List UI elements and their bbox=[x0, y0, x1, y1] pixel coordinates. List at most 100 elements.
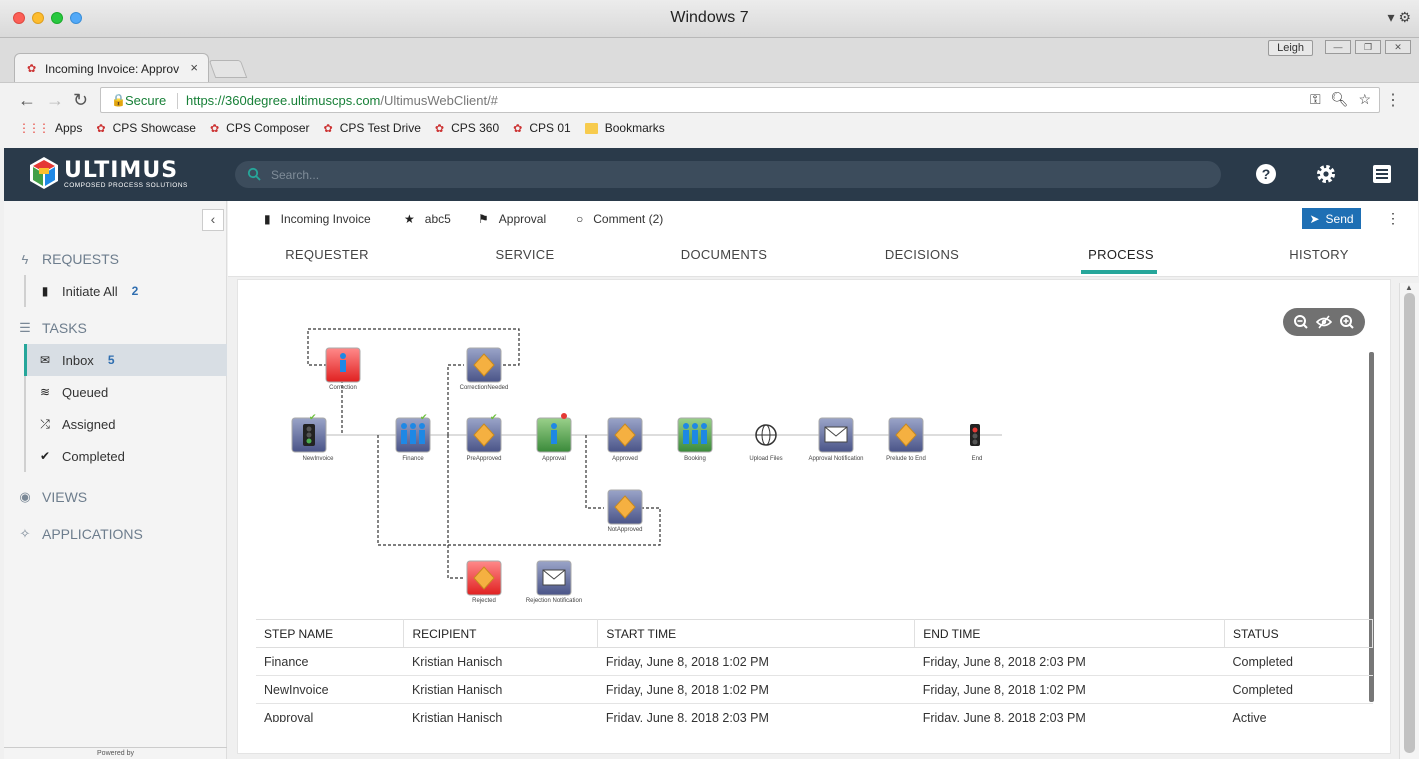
table-header-row: STEP NAME RECIPIENT START TIME END TIME … bbox=[256, 619, 1373, 648]
ultimus-favicon-icon: ✿ bbox=[209, 122, 220, 135]
cell-start-time: Friday, June 8, 2018 1:02 PM bbox=[597, 647, 915, 676]
forward-arrow-icon[interactable]: → bbox=[46, 90, 64, 111]
send-button[interactable]: ➤ Send bbox=[1302, 208, 1361, 229]
close-icon[interactable]: ✕ bbox=[1385, 40, 1411, 54]
bookmark-cps-01[interactable]: ✿ CPS 01 bbox=[513, 121, 571, 135]
global-search bbox=[235, 161, 1221, 188]
collapse-sidebar-chevron-icon[interactable]: ‹ bbox=[202, 209, 224, 231]
col-status[interactable]: STATUS bbox=[1224, 619, 1373, 648]
cell-start-time: Friday, June 8, 2018 2:03 PM bbox=[597, 703, 915, 722]
flag-step[interactable]: ⚑ Approval bbox=[478, 212, 546, 226]
bookmark-folder[interactable]: Bookmarks bbox=[584, 121, 665, 135]
sidebar: ‹ ϟ REQUESTS ▮ Initiate All 2 ☰ TASKS ✉ Inbox… bbox=[4, 201, 227, 759]
browser-chrome: Leigh — ❐ ✕ ✿ Incoming Invoice: Approv ×… bbox=[0, 38, 1419, 148]
flag-icon: ⚑ bbox=[478, 212, 489, 226]
ultimus-favicon-icon: ✿ bbox=[96, 122, 106, 135]
section-tasks[interactable]: ☰ TASKS bbox=[18, 320, 87, 336]
sidebar-item-initiate-all[interactable]: ▮ Initiate All 2 bbox=[24, 275, 227, 307]
sidebar-item-completed[interactable]: ✔ Completed bbox=[24, 440, 227, 472]
scrollbar-thumb[interactable] bbox=[1404, 293, 1415, 753]
url-host: https://360degree.ultimuscps.com bbox=[186, 93, 381, 108]
browser-tab[interactable]: ✿ Incoming Invoice: Approv × bbox=[14, 53, 209, 83]
app-header: ULTIMUS COMPOSED PROCESS SOLUTIONS ? bbox=[4, 148, 1418, 201]
main-content: ▮ Incoming Invoice ★ abc5 ⚑ Approval ○ Comme… bbox=[228, 201, 1418, 759]
star-label[interactable]: ★ abc5 bbox=[404, 212, 451, 226]
cell-step-name: Approval bbox=[256, 703, 404, 722]
cell-recipient: Kristian Hanisch bbox=[403, 647, 598, 676]
cell-recipient: Kristian Hanisch bbox=[403, 675, 598, 704]
tab-requester[interactable]: REQUESTER bbox=[267, 247, 387, 262]
star-icon: ★ bbox=[404, 212, 415, 226]
sidebar-item-queued[interactable]: ≋ Queued bbox=[24, 376, 227, 408]
inbox-count: 5 bbox=[107, 353, 115, 367]
step-history-table: STEP NAME RECIPIENT START TIME END TIME … bbox=[256, 619, 1373, 722]
sidebar-item-inbox[interactable]: ✉ Inbox 5 bbox=[24, 344, 227, 376]
comment-link[interactable]: ○ Comment (2) bbox=[576, 212, 663, 226]
new-tab-button[interactable] bbox=[208, 60, 248, 78]
star-bookmark-icon[interactable]: ☆ bbox=[1358, 91, 1371, 108]
check-circle-icon: ✔ bbox=[39, 449, 51, 463]
tab-history[interactable]: HISTORY bbox=[1259, 247, 1379, 262]
stack-icon: ≋ bbox=[39, 385, 51, 399]
sidebar-item-assigned[interactable]: ⤮ Assigned bbox=[24, 408, 227, 440]
menu-list-icon[interactable] bbox=[1370, 162, 1394, 186]
cell-step-name: NewInvoice bbox=[256, 675, 404, 704]
browser-toolbar: ← → ↻ 🔒 Secure https://360degree.ultimus… bbox=[0, 82, 1419, 148]
secure-label: Secure bbox=[125, 93, 167, 108]
window-controls: Leigh — ❐ ✕ bbox=[1268, 40, 1411, 56]
col-step-name[interactable]: STEP NAME bbox=[256, 619, 405, 648]
bookmark-apps[interactable]: ⋮⋮⋮ Apps bbox=[18, 121, 82, 135]
bookmark-cps-composer[interactable]: ✿ CPS Composer bbox=[210, 121, 310, 135]
col-end-time[interactable]: END TIME bbox=[914, 619, 1226, 648]
section-requests[interactable]: ϟ REQUESTS bbox=[18, 251, 119, 267]
address-bar[interactable]: 🔒 Secure https://360degree.ultimuscps.co… bbox=[100, 87, 1380, 113]
help-icon[interactable]: ? bbox=[1254, 162, 1278, 186]
search-input[interactable] bbox=[271, 161, 1171, 188]
reload-icon[interactable]: ↻ bbox=[73, 90, 88, 111]
settings-gear-icon[interactable] bbox=[1314, 162, 1338, 186]
col-start-time[interactable]: START TIME bbox=[597, 619, 916, 648]
page-scrollbar[interactable]: ▲ bbox=[1399, 283, 1419, 759]
profile-badge[interactable]: Leigh bbox=[1268, 40, 1313, 56]
ultimus-favicon-icon: ✿ bbox=[434, 122, 445, 135]
comment-icon: ○ bbox=[576, 212, 584, 226]
cell-end-time: Friday, June 8, 2018 2:03 PM bbox=[914, 703, 1225, 722]
zoom-icon[interactable]: 🔍︎ bbox=[1331, 91, 1349, 108]
bookmark-cps-360[interactable]: ✿ CPS 360 bbox=[435, 121, 499, 135]
applications-icon: ✧ bbox=[19, 526, 31, 541]
tab-process[interactable]: PROCESS bbox=[1061, 247, 1181, 262]
more-options-icon[interactable]: ⋮ bbox=[1386, 210, 1400, 227]
shuffle-icon: ⤮ bbox=[40, 416, 50, 431]
tab-service[interactable]: SERVICE bbox=[465, 247, 585, 262]
key-icon[interactable]: ⚿ bbox=[1310, 91, 1321, 108]
cell-recipient: Kristian Hanisch bbox=[403, 703, 598, 722]
table-row[interactable]: Approval Kristian Hanisch Friday, June 8… bbox=[256, 703, 1373, 722]
table-row[interactable]: NewInvoice Kristian Hanisch Friday, June… bbox=[256, 675, 1373, 704]
window-titlebar: Windows 7 ▾ ⚙ bbox=[0, 0, 1419, 38]
tab-close-icon[interactable]: × bbox=[190, 60, 198, 75]
folder-icon bbox=[584, 122, 598, 134]
bookmark-cps-showcase[interactable]: ✿ CPS Showcase bbox=[96, 121, 196, 135]
cell-status: Completed bbox=[1224, 647, 1373, 676]
tab-documents[interactable]: DOCUMENTS bbox=[664, 247, 784, 262]
process-name: ▮ Incoming Invoice bbox=[264, 212, 371, 226]
inbox-icon: ✉ bbox=[39, 353, 51, 367]
ultimus-logo[interactable]: ULTIMUS COMPOSED PROCESS SOLUTIONS bbox=[28, 156, 188, 192]
settings-gear-icon[interactable]: ▾ ⚙ bbox=[1388, 9, 1411, 26]
col-recipient[interactable]: RECIPIENT bbox=[403, 619, 599, 648]
minimize-icon[interactable]: — bbox=[1325, 40, 1351, 54]
section-views[interactable]: ◉ VIEWS bbox=[18, 489, 87, 505]
bookmark-cps-test-drive[interactable]: ✿ CPS Test Drive bbox=[324, 121, 421, 135]
section-applications[interactable]: ✧ APPLICATIONS bbox=[18, 526, 143, 542]
tab-decisions[interactable]: DECISIONS bbox=[862, 247, 982, 262]
chrome-menu-icon[interactable]: ⋮ bbox=[1385, 90, 1401, 110]
omnibox-actions: ⚿ 🔍︎ ☆ bbox=[1310, 91, 1371, 108]
eye-icon: ◉ bbox=[19, 489, 31, 504]
scroll-up-arrow-icon[interactable]: ▲ bbox=[1405, 283, 1413, 292]
ultimus-favicon-icon: ✿ bbox=[513, 122, 523, 135]
ultimus-favicon-icon: ✿ bbox=[323, 122, 333, 135]
table-row[interactable]: Finance Kristian Hanisch Friday, June 8,… bbox=[256, 647, 1373, 676]
back-arrow-icon[interactable]: ← bbox=[18, 90, 36, 111]
restore-icon[interactable]: ❐ bbox=[1355, 40, 1381, 54]
cell-step-name: Finance bbox=[256, 647, 404, 676]
